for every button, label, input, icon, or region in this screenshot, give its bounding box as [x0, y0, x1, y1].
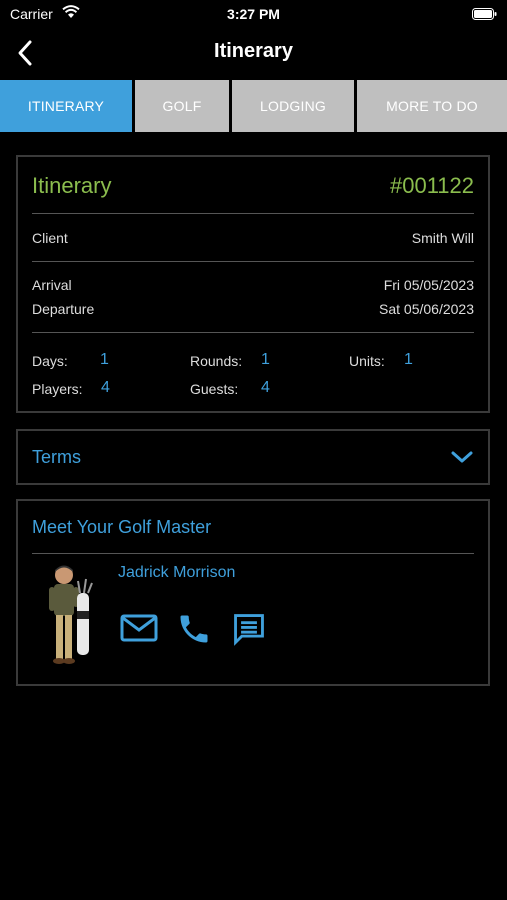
- client-label: Client: [32, 230, 68, 246]
- tab-itinerary[interactable]: ITINERARY: [0, 80, 132, 132]
- divider: [32, 213, 474, 214]
- golf-master-card: Meet Your Golf Master Jadrick Morrison: [16, 499, 490, 686]
- divider: [32, 553, 474, 554]
- status-time: 3:27 PM: [227, 6, 280, 22]
- divider: [32, 261, 474, 262]
- client-value: Smith Will: [411, 230, 474, 246]
- golf-master-name: Jadrick Morrison: [118, 564, 236, 581]
- arrival-label: Arrival: [32, 277, 72, 293]
- email-icon[interactable]: [120, 613, 158, 643]
- players-value: 4: [101, 379, 110, 396]
- units-value: 1: [404, 351, 413, 368]
- terms-accordion[interactable]: Terms: [16, 429, 490, 485]
- golfer-avatar: [49, 565, 93, 664]
- divider: [32, 332, 474, 333]
- terms-label: Terms: [32, 447, 81, 467]
- tab-more-to-do[interactable]: MORE TO DO: [357, 80, 507, 132]
- page-title: Itinerary: [214, 40, 293, 62]
- phone-icon[interactable]: [176, 611, 212, 647]
- client-row: Client Smith Will: [18, 230, 488, 246]
- rounds-value: 1: [261, 351, 270, 368]
- tab-golf[interactable]: GOLF: [135, 80, 229, 132]
- chevron-down-icon: [451, 451, 473, 463]
- guests-label: Guests:: [190, 381, 239, 397]
- message-icon[interactable]: [230, 610, 268, 648]
- arrival-row: Arrival Fri 05/05/2023: [18, 277, 488, 293]
- departure-value: Sat 05/06/2023: [379, 301, 474, 317]
- tab-lodging[interactable]: LODGING: [232, 80, 354, 132]
- itinerary-card: Itinerary #001122 Client Smith Will Arri…: [16, 155, 490, 413]
- golf-master-heading: Meet Your Golf Master: [32, 517, 212, 537]
- units-label: Units:: [349, 353, 385, 369]
- departure-label: Departure: [32, 301, 95, 317]
- rounds-label: Rounds:: [190, 353, 243, 369]
- tab-bar: ITINERARY GOLF LODGING MORE TO DO: [0, 80, 507, 132]
- itinerary-number: #001122: [389, 173, 474, 198]
- itinerary-title: Itinerary: [32, 173, 112, 198]
- players-label: Players:: [32, 381, 83, 397]
- battery-icon: [472, 8, 497, 20]
- days-value: 1: [100, 351, 109, 368]
- departure-row: Departure Sat 05/06/2023: [18, 301, 488, 317]
- guests-value: 4: [261, 379, 270, 396]
- days-label: Days:: [32, 353, 68, 369]
- status-bar: Carrier 3:27 PM: [0, 0, 507, 28]
- navigation-bar: Itinerary: [0, 30, 507, 76]
- arrival-value: Fri 05/05/2023: [383, 277, 474, 293]
